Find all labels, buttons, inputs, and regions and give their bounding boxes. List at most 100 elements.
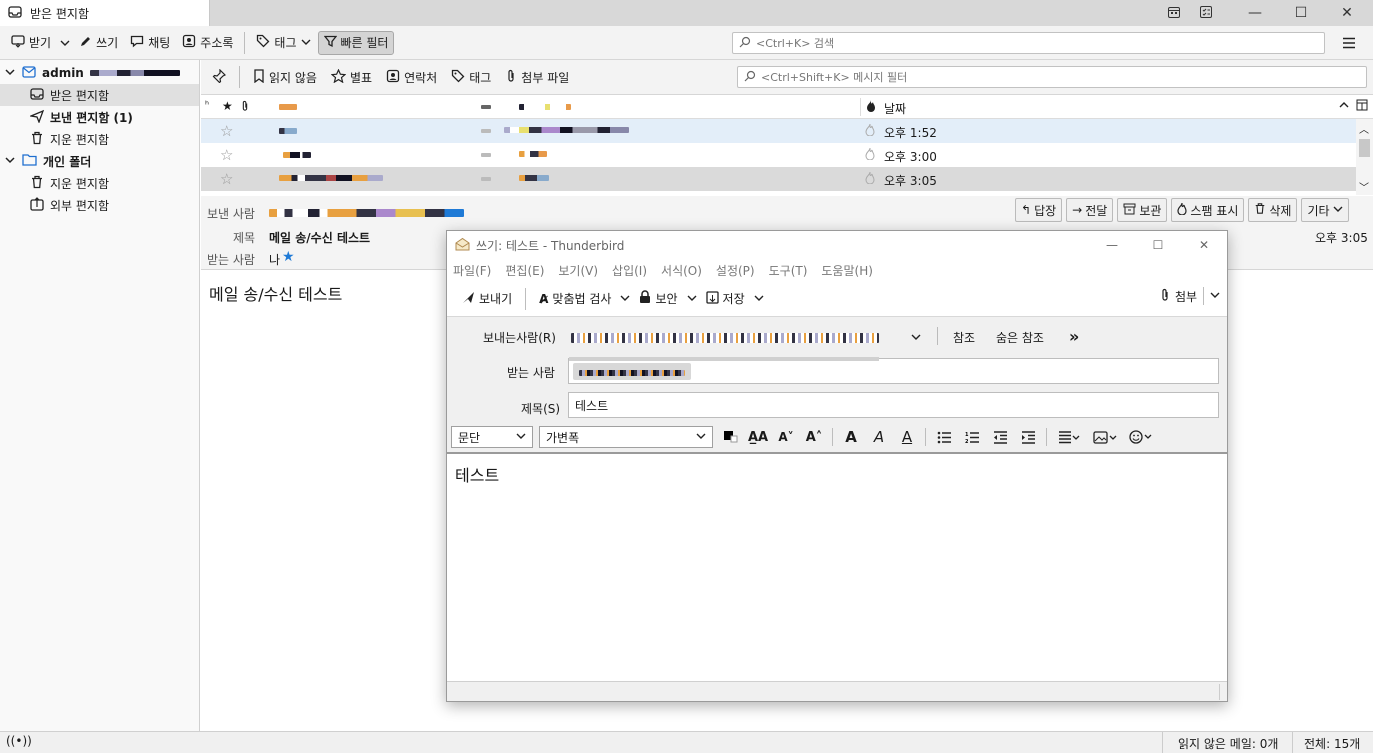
unread-filter-button[interactable]: 읽지 않음 <box>248 65 322 89</box>
folder-trash[interactable]: 지운 편지함 <box>0 128 199 150</box>
to-field[interactable] <box>568 357 1219 384</box>
redacted-from-address[interactable] <box>571 333 879 343</box>
double-chevron-icon[interactable]: » <box>1069 327 1079 346</box>
redacted-from[interactable] <box>269 209 464 217</box>
star-icon[interactable]: ☆ <box>220 146 233 164</box>
save-button[interactable]: 저장 <box>701 287 750 311</box>
star-icon[interactable]: ★ <box>282 249 295 265</box>
outdent-icon[interactable] <box>989 426 1011 448</box>
font-larger-icon[interactable]: A˄ <box>803 426 825 448</box>
column-picker-icon[interactable] <box>1356 99 1368 114</box>
app-menu-icon[interactable] <box>1338 32 1360 54</box>
table-row[interactable]: ☆ 오후 3:00 <box>201 143 1373 167</box>
compose-editor[interactable]: 테스트 <box>447 452 1227 681</box>
folder-inbox[interactable]: 받은 편지함 <box>0 84 199 106</box>
close-icon[interactable]: ✕ <box>1324 0 1370 26</box>
indent-icon[interactable] <box>1017 426 1039 448</box>
table-row[interactable]: ☆ 오후 1:52 <box>201 119 1373 143</box>
minimize-icon[interactable]: — <box>1089 231 1135 259</box>
online-status-icon[interactable]: ((•)) <box>6 734 32 748</box>
italic-icon[interactable]: A <box>868 426 890 448</box>
folder-account[interactable]: admin <box>0 62 199 84</box>
junk-button[interactable]: 스팸 표시 <box>1171 198 1245 222</box>
chat-button[interactable]: 채팅 <box>125 31 175 55</box>
close-icon[interactable]: ✕ <box>1181 231 1227 259</box>
maximize-icon[interactable]: ☐ <box>1278 0 1324 26</box>
subject-input[interactable]: 테스트 <box>568 392 1219 418</box>
scroll-down-icon[interactable]: ﹀ <box>1359 179 1369 194</box>
send-button[interactable]: 보내기 <box>457 287 517 311</box>
menu-edit[interactable]: 편집(E) <box>505 262 544 279</box>
minimize-icon[interactable]: — <box>1232 0 1278 26</box>
junk-status-icon[interactable] <box>865 147 875 163</box>
more-button[interactable]: 기타 <box>1301 198 1349 222</box>
menu-format[interactable]: 서식(O) <box>661 262 702 279</box>
menu-view[interactable]: 보기(V) <box>558 262 598 279</box>
folder-sent[interactable]: 보낸 편지함 (1) <box>0 106 199 128</box>
thread-scrollbar[interactable]: ︿ ﹀ <box>1356 119 1373 195</box>
underline-icon[interactable]: A <box>896 426 918 448</box>
sort-ascending-icon[interactable] <box>1339 99 1349 113</box>
message-filter-input[interactable]: <Ctrl+Shift+K> 메시지 필터 <box>737 66 1367 88</box>
attachment-filter-button[interactable]: 첨부 파일 <box>500 65 574 89</box>
font-smaller-icon[interactable]: A˅ <box>775 426 797 448</box>
archive-button[interactable]: 보관 <box>1117 198 1168 222</box>
contact-filter-button[interactable]: 연락처 <box>381 65 442 89</box>
menu-insert[interactable]: 삽입(I) <box>612 262 647 279</box>
sticky-filter-button[interactable] <box>207 65 231 89</box>
attachment-column-icon[interactable] <box>240 99 250 116</box>
junk-status-icon[interactable] <box>865 171 875 187</box>
bcc-button[interactable]: 숨은 참조 <box>996 329 1044 346</box>
star-icon[interactable]: ☆ <box>220 122 233 140</box>
address-book-button[interactable]: 주소록 <box>177 31 238 55</box>
numbered-list-icon[interactable]: 12 <box>961 426 983 448</box>
junk-column-icon[interactable] <box>866 99 876 115</box>
scrollbar-thumb[interactable] <box>1359 139 1370 157</box>
menu-file[interactable]: 파일(F) <box>453 262 491 279</box>
chevron-down-icon[interactable] <box>4 66 16 81</box>
star-column-icon[interactable]: ★ <box>222 99 233 113</box>
menu-help[interactable]: 도움말(H) <box>821 262 873 279</box>
chevron-down-icon[interactable] <box>687 292 697 306</box>
global-search-input[interactable]: <Ctrl+K> 검색 <box>732 32 1325 54</box>
insert-image-icon[interactable] <box>1090 426 1120 448</box>
folder-local-trash[interactable]: 지운 편지함 <box>0 172 199 194</box>
forward-button[interactable]: → 전달 <box>1066 198 1114 222</box>
chevron-down-icon[interactable] <box>1210 289 1220 303</box>
attach-button[interactable]: 첨부 <box>1159 287 1220 305</box>
write-button[interactable]: 쓰기 <box>74 31 123 55</box>
menu-options[interactable]: 설정(P) <box>716 262 755 279</box>
table-row[interactable]: ☆ 오후 3:05 <box>201 167 1373 191</box>
text-color-icon[interactable] <box>719 426 741 448</box>
chevron-down-icon[interactable] <box>911 331 921 345</box>
chevron-down-icon[interactable] <box>58 31 72 55</box>
security-button[interactable]: 보안 <box>634 287 682 311</box>
starred-filter-button[interactable]: 별표 <box>326 65 377 89</box>
emoji-icon[interactable] <box>1126 426 1156 448</box>
font-select[interactable]: 가변폭 <box>539 426 713 448</box>
date-column-header[interactable]: 날짜 <box>884 100 906 117</box>
cc-button[interactable]: 참조 <box>953 329 975 346</box>
tasks-icon[interactable] <box>1195 5 1217 22</box>
maximize-icon[interactable]: ☐ <box>1135 231 1181 259</box>
bold-icon[interactable]: A <box>840 426 862 448</box>
reply-button[interactable]: ↰ 답장 <box>1015 198 1063 222</box>
paragraph-select[interactable]: 문단 <box>451 426 533 448</box>
tags-filter-button[interactable]: 태그 <box>446 65 496 89</box>
menu-tools[interactable]: 도구(T) <box>769 262 808 279</box>
delete-button[interactable]: 삭제 <box>1248 198 1298 222</box>
to-value[interactable]: 나 <box>269 251 280 268</box>
font-size-reset-icon[interactable]: A̲A <box>747 426 769 448</box>
star-icon[interactable]: ☆ <box>220 170 233 188</box>
tab-inbox[interactable]: 받은 편지함 <box>0 0 210 26</box>
quick-filter-button[interactable]: 빠른 필터 <box>317 30 395 55</box>
calendar-icon[interactable] <box>1163 5 1185 22</box>
get-messages-button[interactable]: 받기 <box>6 31 56 55</box>
tag-button[interactable]: 태그 <box>251 31 315 55</box>
thread-column-icon[interactable]: ʰ <box>205 100 209 111</box>
scroll-up-icon[interactable]: ︿ <box>1359 121 1369 136</box>
chevron-down-icon[interactable] <box>620 292 630 306</box>
bullet-list-icon[interactable] <box>933 426 955 448</box>
folder-local[interactable]: 개인 폴더 <box>0 150 199 172</box>
folder-outbox[interactable]: 외부 편지함 <box>0 194 199 216</box>
